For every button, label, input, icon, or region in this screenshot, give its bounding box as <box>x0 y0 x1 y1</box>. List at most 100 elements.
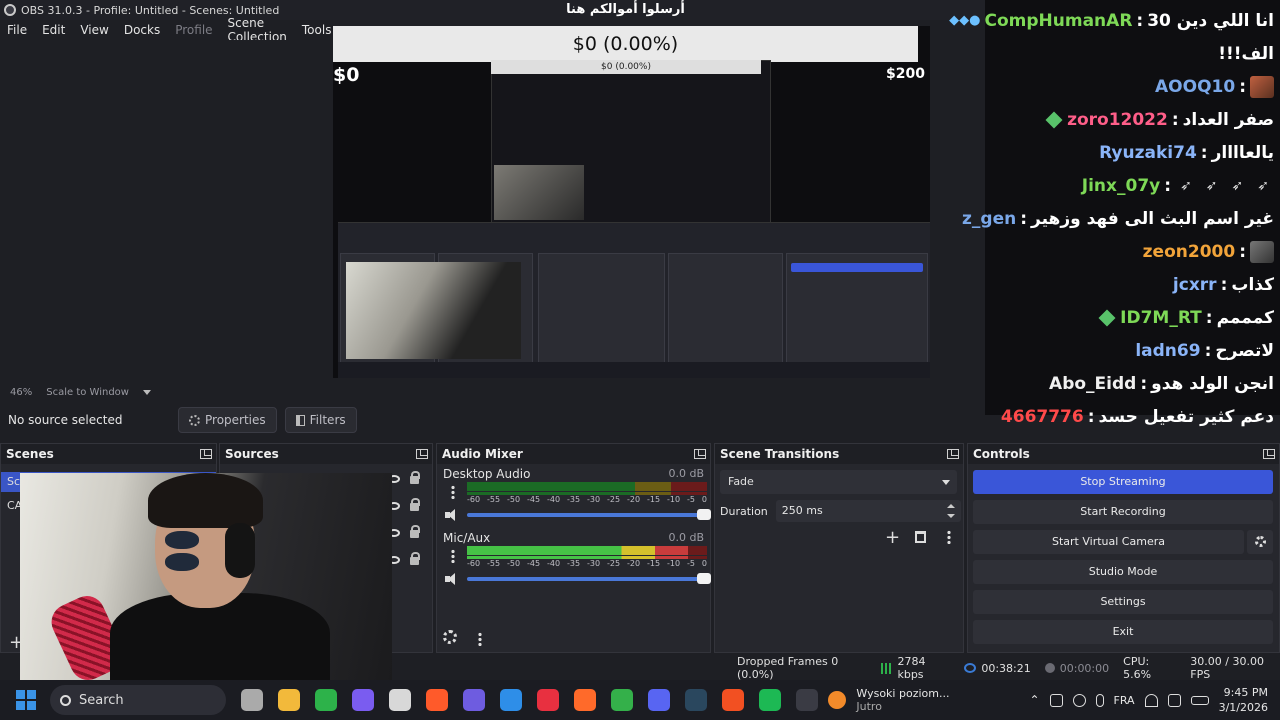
tray-overflow-icon[interactable]: ⌃ <box>1029 693 1039 707</box>
scenes-dock-header: Scenes <box>1 444 216 464</box>
taskbar-app-icon[interactable] <box>574 689 596 711</box>
wifi-icon[interactable] <box>1144 693 1158 707</box>
transition-type: Fade <box>728 475 754 488</box>
channel-menu-icon[interactable] <box>451 485 455 499</box>
menu-edit[interactable]: Edit <box>35 23 73 37</box>
taskbar-app-icon[interactable] <box>463 689 485 711</box>
channel-name: Mic/Aux <box>443 531 491 545</box>
taskbar-app-icon[interactable] <box>315 689 337 711</box>
menu-view[interactable]: View <box>73 23 116 37</box>
volume-knob[interactable] <box>697 573 711 584</box>
undock-icon[interactable] <box>1263 449 1275 459</box>
taskbar-app-icon[interactable] <box>722 689 744 711</box>
scale-tick: -5 <box>687 559 695 568</box>
scale-tick: -60 <box>467 495 481 504</box>
start-recording-button[interactable]: Start Recording <box>973 500 1273 524</box>
spin-down-icon[interactable] <box>946 514 955 518</box>
chat-text: كمممم <box>1216 307 1274 328</box>
battery-icon[interactable] <box>1190 695 1209 705</box>
obs-logo-icon <box>4 4 16 16</box>
taskbar-app-icon[interactable] <box>537 689 559 711</box>
volume-knob[interactable] <box>697 509 711 520</box>
menu-docks[interactable]: Docks <box>117 23 168 37</box>
language-indicator[interactable]: FRA <box>1114 694 1135 707</box>
settings-button[interactable]: Settings <box>973 590 1273 614</box>
lock-icon[interactable] <box>410 525 420 538</box>
lock-icon[interactable] <box>410 471 420 484</box>
weather-widget[interactable]: Wysoki poziom... Jutro <box>856 687 949 713</box>
weather-icon[interactable] <box>828 691 847 709</box>
scale-tick: -10 <box>667 495 681 504</box>
taskbar-app-icon[interactable] <box>426 689 448 711</box>
filters-button[interactable]: Filters <box>284 407 357 433</box>
scale-tick: -15 <box>647 495 661 504</box>
chat-text: دعم كثير تفعيل حسد <box>1098 406 1274 427</box>
volume-slider[interactable] <box>467 509 711 520</box>
tray-app-icon[interactable] <box>1049 693 1063 707</box>
undock-icon[interactable] <box>694 449 706 459</box>
nested-transitions-panel <box>668 253 783 363</box>
chat-text: انجن الولد هدو <box>1151 373 1274 394</box>
windows-start-icon[interactable] <box>16 690 36 710</box>
scale-tick: -20 <box>627 559 641 568</box>
transitions-title: Scene Transitions <box>720 447 840 461</box>
taskbar-app-icon[interactable] <box>352 689 374 711</box>
duration-spinbox[interactable]: 250 ms <box>775 500 961 522</box>
properties-button[interactable]: Properties <box>178 407 277 433</box>
taskbar-app-icon[interactable] <box>278 689 300 711</box>
donation-goal-bar: $0 (0.00%) <box>333 26 918 62</box>
exit-button[interactable]: Exit <box>973 620 1273 644</box>
taskbar-app-icon[interactable] <box>685 689 707 711</box>
channel-menu-icon[interactable] <box>451 549 455 563</box>
filter-icon <box>295 414 305 426</box>
menu-file[interactable]: File <box>0 23 35 37</box>
start-virtual-camera-button[interactable]: Start Virtual Camera <box>973 530 1244 554</box>
rec-group: 00:00:00 <box>1044 662 1109 675</box>
mixer-settings-icon[interactable] <box>443 630 457 644</box>
clock[interactable]: 9:45 PM 3/1/2026 <box>1219 685 1268 715</box>
source-context-bar: No source selected Properties Filters <box>0 402 985 438</box>
mixer-menu-icon[interactable] <box>478 632 482 646</box>
taskbar-app-icon[interactable] <box>241 689 263 711</box>
undock-icon[interactable] <box>947 449 959 459</box>
transition-menu-icon[interactable] <box>947 530 951 544</box>
undock-icon[interactable] <box>416 449 428 459</box>
tray-refresh-icon[interactable] <box>1072 693 1086 707</box>
volume-icon[interactable] <box>1167 693 1181 707</box>
clock-date: 3/1/2026 <box>1218 701 1268 714</box>
studio-mode-button[interactable]: Studio Mode <box>973 560 1273 584</box>
controls-dock-header: Controls <box>968 444 1279 464</box>
taskbar-app-icon[interactable] <box>648 689 670 711</box>
zoom-dropdown-icon[interactable] <box>142 389 151 395</box>
spin-up-icon[interactable] <box>946 504 955 508</box>
chat-message: !!!الف <box>985 37 1280 70</box>
no-source-label: No source selected <box>8 413 123 427</box>
chat-message: Abo_Eidd: انجن الولد هدو <box>985 367 1280 400</box>
taskbar-app-icon[interactable] <box>611 689 633 711</box>
lock-icon[interactable] <box>410 498 420 511</box>
chat-username: Abo_Eidd <box>1049 373 1137 394</box>
lock-icon[interactable] <box>410 552 420 565</box>
scale-tick: -25 <box>607 559 621 568</box>
menu-profile[interactable]: Profile <box>168 23 220 37</box>
speaker-icon[interactable] <box>445 573 459 585</box>
taskbar-app-icon[interactable] <box>500 689 522 711</box>
microphone-icon[interactable] <box>1095 693 1104 707</box>
add-transition-icon[interactable]: + <box>885 527 900 548</box>
stop-streaming-button[interactable]: Stop Streaming <box>973 470 1273 494</box>
trash-icon[interactable] <box>915 531 926 543</box>
virtual-camera-settings-button[interactable] <box>1247 530 1273 554</box>
speaker-icon[interactable] <box>445 509 459 521</box>
zoom-mode[interactable]: Scale to Window <box>46 387 129 398</box>
volume-slider[interactable] <box>467 573 711 584</box>
feather-emote-icon: ➶ <box>1231 177 1244 194</box>
taskbar-app-icon[interactable] <box>759 689 781 711</box>
undock-icon[interactable] <box>200 449 212 459</box>
taskbar-app-icon[interactable] <box>389 689 411 711</box>
taskbar-app-icon[interactable] <box>796 689 818 711</box>
transition-select[interactable]: Fade <box>720 470 957 494</box>
chat-message: z_gen: غير اسم البث الى فهد وزهير <box>962 202 1280 235</box>
taskbar-search[interactable]: Search <box>50 685 226 715</box>
chat-username: z_gen <box>962 208 1017 229</box>
nested-donation-bar: $0 (0.00%) <box>491 60 761 74</box>
